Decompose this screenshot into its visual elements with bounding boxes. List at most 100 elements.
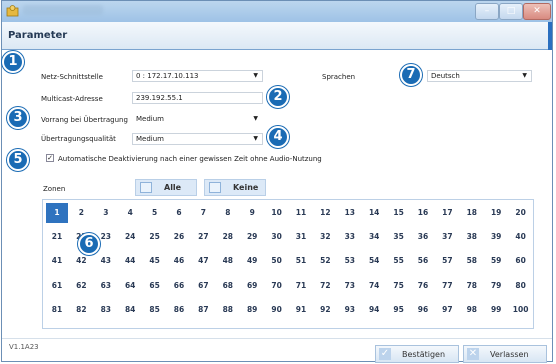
close-button[interactable]: ✕	[523, 3, 551, 20]
zone-92[interactable]: 92	[314, 300, 336, 320]
zone-57[interactable]: 57	[436, 251, 458, 271]
zone-48[interactable]: 48	[217, 251, 239, 271]
zone-7[interactable]: 7	[192, 203, 214, 223]
zone-29[interactable]: 29	[241, 227, 263, 247]
zone-68[interactable]: 68	[217, 276, 239, 296]
zone-24[interactable]: 24	[119, 227, 141, 247]
zone-27[interactable]: 27	[192, 227, 214, 247]
multicast-input[interactable]: 239.192.55.1	[132, 92, 263, 104]
zone-63[interactable]: 63	[95, 276, 117, 296]
zone-4[interactable]: 4	[119, 203, 141, 223]
zone-62[interactable]: 62	[70, 276, 92, 296]
zone-3[interactable]: 3	[95, 203, 117, 223]
zone-77[interactable]: 77	[436, 276, 458, 296]
zone-76[interactable]: 76	[412, 276, 434, 296]
interface-select[interactable]: 0 : 172.17.10.113 ▼	[132, 70, 263, 82]
zone-9[interactable]: 9	[241, 203, 263, 223]
maximize-button[interactable]: □	[499, 3, 523, 20]
zone-16[interactable]: 16	[412, 203, 434, 223]
zone-1[interactable]: 1	[46, 203, 68, 223]
zone-25[interactable]: 25	[144, 227, 166, 247]
zone-26[interactable]: 26	[168, 227, 190, 247]
zone-91[interactable]: 91	[290, 300, 312, 320]
zone-19[interactable]: 19	[485, 203, 507, 223]
zone-100[interactable]: 100	[510, 300, 532, 320]
zone-54[interactable]: 54	[363, 251, 385, 271]
zone-73[interactable]: 73	[339, 276, 361, 296]
zone-49[interactable]: 49	[241, 251, 263, 271]
zone-6[interactable]: 6	[168, 203, 190, 223]
zone-31[interactable]: 31	[290, 227, 312, 247]
zone-32[interactable]: 32	[314, 227, 336, 247]
zone-87[interactable]: 87	[192, 300, 214, 320]
zone-71[interactable]: 71	[290, 276, 312, 296]
zone-67[interactable]: 67	[192, 276, 214, 296]
zone-21[interactable]: 21	[46, 227, 68, 247]
zone-65[interactable]: 65	[144, 276, 166, 296]
zone-53[interactable]: 53	[339, 251, 361, 271]
zone-94[interactable]: 94	[363, 300, 385, 320]
zone-75[interactable]: 75	[388, 276, 410, 296]
zone-44[interactable]: 44	[119, 251, 141, 271]
zone-8[interactable]: 8	[217, 203, 239, 223]
zone-93[interactable]: 93	[339, 300, 361, 320]
zone-97[interactable]: 97	[436, 300, 458, 320]
zone-51[interactable]: 51	[290, 251, 312, 271]
zone-15[interactable]: 15	[388, 203, 410, 223]
minimize-button[interactable]: –	[475, 3, 499, 20]
zone-79[interactable]: 79	[485, 276, 507, 296]
zone-95[interactable]: 95	[388, 300, 410, 320]
zone-10[interactable]: 10	[266, 203, 288, 223]
auto-deactivate-checkbox[interactable]: ✓	[46, 154, 54, 162]
zone-47[interactable]: 47	[192, 251, 214, 271]
zone-28[interactable]: 28	[217, 227, 239, 247]
zone-72[interactable]: 72	[314, 276, 336, 296]
zone-50[interactable]: 50	[266, 251, 288, 271]
zone-80[interactable]: 80	[510, 276, 532, 296]
zone-33[interactable]: 33	[339, 227, 361, 247]
zone-69[interactable]: 69	[241, 276, 263, 296]
quality-select[interactable]: Medium ▼	[132, 133, 263, 145]
zone-2[interactable]: 2	[70, 203, 92, 223]
zone-5[interactable]: 5	[144, 203, 166, 223]
zone-78[interactable]: 78	[461, 276, 483, 296]
zone-74[interactable]: 74	[363, 276, 385, 296]
zone-14[interactable]: 14	[363, 203, 385, 223]
zone-17[interactable]: 17	[436, 203, 458, 223]
zone-36[interactable]: 36	[412, 227, 434, 247]
zone-43[interactable]: 43	[95, 251, 117, 271]
zone-18[interactable]: 18	[461, 203, 483, 223]
language-select[interactable]: Deutsch ▼	[427, 70, 532, 82]
select-all-button[interactable]: Alle	[135, 179, 197, 196]
zone-20[interactable]: 20	[510, 203, 532, 223]
zone-60[interactable]: 60	[510, 251, 532, 271]
zone-35[interactable]: 35	[388, 227, 410, 247]
zone-12[interactable]: 12	[314, 203, 336, 223]
zone-66[interactable]: 66	[168, 276, 190, 296]
zone-99[interactable]: 99	[485, 300, 507, 320]
zone-55[interactable]: 55	[388, 251, 410, 271]
zone-98[interactable]: 98	[461, 300, 483, 320]
zone-83[interactable]: 83	[95, 300, 117, 320]
zone-96[interactable]: 96	[412, 300, 434, 320]
select-none-button[interactable]: Keine	[204, 179, 266, 196]
zone-46[interactable]: 46	[168, 251, 190, 271]
zone-86[interactable]: 86	[168, 300, 190, 320]
zone-58[interactable]: 58	[461, 251, 483, 271]
zone-37[interactable]: 37	[436, 227, 458, 247]
zone-90[interactable]: 90	[266, 300, 288, 320]
cancel-button[interactable]: ✕ Verlassen	[463, 345, 547, 363]
zone-13[interactable]: 13	[339, 203, 361, 223]
title-bar[interactable]: – □ ✕	[2, 1, 552, 22]
zone-61[interactable]: 61	[46, 276, 68, 296]
zone-84[interactable]: 84	[119, 300, 141, 320]
zone-56[interactable]: 56	[412, 251, 434, 271]
zone-45[interactable]: 45	[144, 251, 166, 271]
zone-85[interactable]: 85	[144, 300, 166, 320]
zone-81[interactable]: 81	[46, 300, 68, 320]
zone-59[interactable]: 59	[485, 251, 507, 271]
zone-11[interactable]: 11	[290, 203, 312, 223]
zone-70[interactable]: 70	[266, 276, 288, 296]
zone-38[interactable]: 38	[461, 227, 483, 247]
priority-select[interactable]: Medium ▼	[132, 113, 263, 125]
